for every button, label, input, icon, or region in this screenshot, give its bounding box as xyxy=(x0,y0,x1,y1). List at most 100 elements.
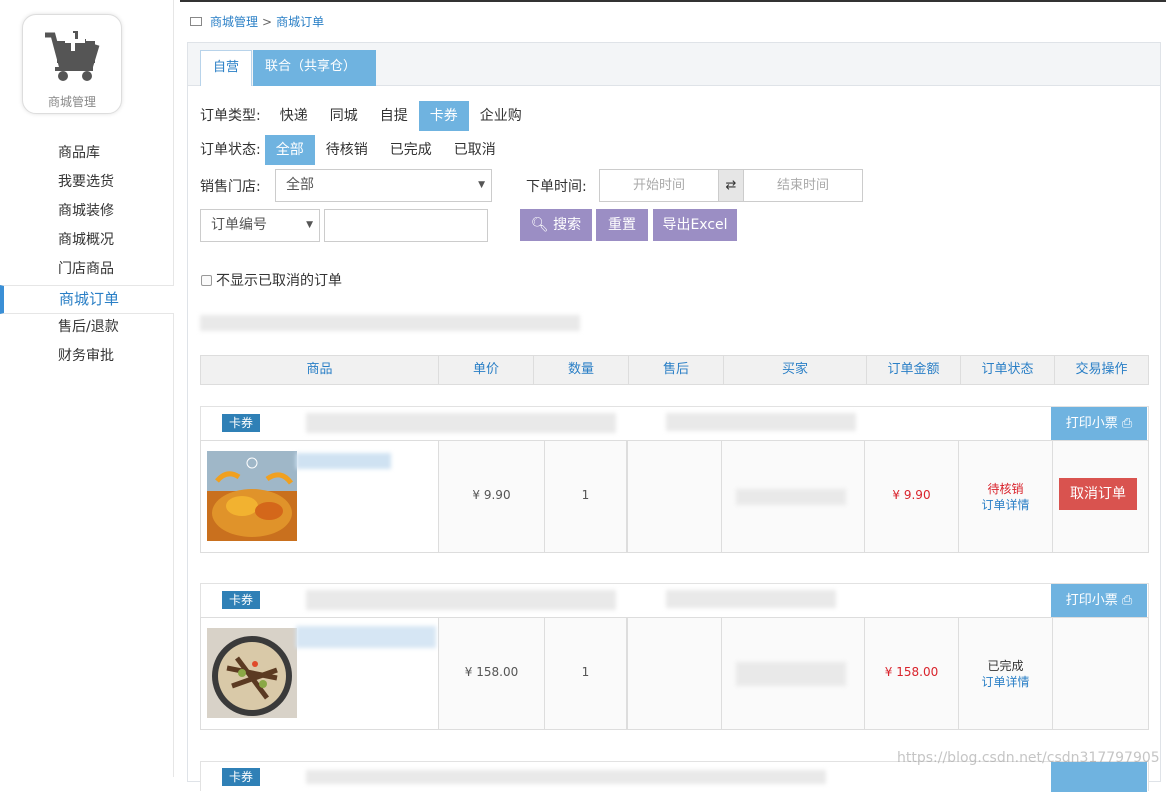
status-text: 待核销 xyxy=(987,482,1024,496)
search-input[interactable] xyxy=(324,209,488,242)
order-amount: ¥ 158.00 xyxy=(884,665,939,679)
swap-icon: ⇄ xyxy=(718,169,744,202)
print-receipt-button[interactable]: 打印小票 ⎙ xyxy=(1051,584,1147,618)
sidebar-item-refunds[interactable]: 售后/退款 xyxy=(0,314,174,343)
sidebar-nav: 商品库 我要选货 商城装修 商城概况 门店商品 商城订单 售后/退款 财务审批 xyxy=(0,140,174,372)
buyer-cell xyxy=(722,618,865,729)
header-after-sale: 售后 xyxy=(629,356,724,384)
search-icon: 🔍︎ xyxy=(530,217,549,233)
hide-cancelled-checkbox[interactable]: 不显示已取消的订单 xyxy=(201,270,342,290)
order-type-pickup[interactable]: 自提 xyxy=(369,101,419,131)
buyer-redacted xyxy=(736,662,846,686)
price-cell: ¥ 158.00 xyxy=(439,618,545,729)
sidebar-item-mall-orders[interactable]: 商城订单 xyxy=(0,285,174,314)
print-receipt-button[interactable] xyxy=(1051,762,1147,792)
search-field-value: 订单编号 xyxy=(211,217,267,233)
order-type-tag: 卡券 xyxy=(222,414,261,432)
orders-panel: 自营 联合（共享仓） 订单类型: 快递 同城 自提 卡券 企业购 订单状态: 全部 待核销 已完… xyxy=(187,42,1161,792)
logo-label: 商城管理 xyxy=(47,95,96,109)
tab-self-operated[interactable]: 自营 xyxy=(200,50,253,86)
sidebar-item-finance[interactable]: 财务审批 xyxy=(0,343,174,372)
product-name-redacted xyxy=(296,453,391,469)
order-no-redacted xyxy=(306,590,616,610)
product-thumbnail-crab[interactable] xyxy=(207,451,297,541)
header-price: 单价 xyxy=(439,356,534,384)
order-detail-link[interactable]: 订单详情 xyxy=(959,497,1052,513)
header-status: 订单状态 xyxy=(961,356,1055,384)
product-cell xyxy=(201,618,439,729)
time-label: 下单时间: xyxy=(526,179,587,195)
order-type-coupon[interactable]: 卡券 xyxy=(418,101,469,131)
order-no-redacted xyxy=(306,770,826,784)
order-status-all[interactable]: 全部 xyxy=(264,135,315,165)
header-actions: 交易操作 xyxy=(1075,362,1128,377)
sidebar-item-select-goods[interactable]: 我要选货 xyxy=(0,169,174,198)
order-type-enterprise[interactable]: 企业购 xyxy=(469,101,533,131)
monitor-icon xyxy=(190,17,202,26)
order-time-redacted xyxy=(666,413,856,431)
search-field-select[interactable]: 订单编号 ▼ xyxy=(200,209,320,242)
order-type-label: 订单类型: xyxy=(200,108,261,124)
start-time-input[interactable]: 开始时间 xyxy=(599,169,719,202)
mall-logo[interactable]: 商城管理 xyxy=(22,14,122,114)
order-status-completed[interactable]: 已完成 xyxy=(379,135,443,165)
breadcrumb-root[interactable]: 商城管理 xyxy=(210,15,258,29)
header-qty: 数量 xyxy=(534,356,629,384)
search-button[interactable]: 🔍︎ 搜索 xyxy=(520,209,592,241)
order-type-tag: 卡券 xyxy=(222,591,261,609)
order-detail-link[interactable]: 订单详情 xyxy=(959,674,1052,690)
store-select[interactable]: 全部 ▼ xyxy=(275,169,492,202)
buyer-redacted xyxy=(736,489,846,505)
print-receipt-button[interactable]: 打印小票 ⎙ xyxy=(1051,407,1147,441)
sidebar-item-store-products[interactable]: 门店商品 xyxy=(0,256,174,285)
breadcrumb-separator: > xyxy=(262,15,273,29)
sidebar-item-product-library[interactable]: 商品库 xyxy=(0,140,174,169)
breadcrumb: 商城管理 > 商城订单 xyxy=(190,13,324,30)
print-receipt-label: 打印小票 xyxy=(1065,416,1118,431)
printer-icon: ⎙ xyxy=(1121,593,1133,608)
order-no-redacted xyxy=(306,413,616,433)
breadcrumb-current[interactable]: 商城订单 xyxy=(276,15,324,29)
order-header: 卡券 打印小票 ⎙ xyxy=(200,406,1149,441)
price-cell: ¥ 9.90 xyxy=(439,441,545,552)
sidebar-item-overview[interactable]: 商城概况 xyxy=(0,227,174,256)
amount-cell: ¥ 158.00 xyxy=(865,618,959,729)
tab-joint-warehouse[interactable]: 联合（共享仓） xyxy=(253,50,377,86)
shopping-cart-icon xyxy=(45,31,100,81)
summary-redacted xyxy=(200,315,580,331)
order-type-row: 订单类型: 快递 同城 自提 卡券 企业购 xyxy=(200,101,533,131)
after-sale-cell xyxy=(627,618,722,729)
order-body: ¥ 158.00 1 ¥ 158.00 已完成 订单详情 xyxy=(200,617,1149,730)
action-cell: 取消订单 xyxy=(1053,441,1148,552)
status-text: 已完成 xyxy=(987,659,1024,673)
amount-cell: ¥ 9.90 xyxy=(865,441,959,552)
reset-button[interactable]: 重置 xyxy=(596,209,648,241)
order-type-tag: 卡券 xyxy=(222,768,261,786)
watermark: https://blog.csdn.net/csdn317797905 xyxy=(897,750,1160,766)
table-header: 商品 单价 数量 售后 买家 订单金额 订单状态 交易操作 xyxy=(200,355,1149,385)
checkbox-box[interactable] xyxy=(201,275,212,286)
order-type-express[interactable]: 快递 xyxy=(269,101,319,131)
sidebar: 商城管理 商品库 我要选货 商城装修 商城概况 门店商品 商城订单 售后/退款 … xyxy=(0,0,174,777)
after-sale-cell xyxy=(627,441,722,552)
order-type-local[interactable]: 同城 xyxy=(319,101,369,131)
order-status-cancelled[interactable]: 已取消 xyxy=(443,135,507,165)
end-time-input[interactable]: 结束时间 xyxy=(743,169,863,202)
cancel-order-button[interactable]: 取消订单 xyxy=(1059,478,1137,510)
top-divider xyxy=(180,0,1166,2)
print-receipt-label: 打印小票 xyxy=(1065,593,1118,608)
header-amount: 订单金额 xyxy=(867,356,961,384)
status-cell: 已完成 订单详情 xyxy=(959,618,1053,729)
qty-cell: 1 xyxy=(545,441,627,552)
export-excel-button[interactable]: 导出Excel xyxy=(653,209,737,241)
product-thumbnail-pizza[interactable] xyxy=(207,628,297,718)
buyer-cell xyxy=(722,441,865,552)
order-status-pending[interactable]: 待核销 xyxy=(315,135,379,165)
order-body: ¥ 9.90 1 ¥ 9.90 待核销 订单详情 取消订单 xyxy=(200,440,1149,553)
search-button-label: 搜索 xyxy=(553,217,582,233)
qty-cell: 1 xyxy=(545,618,627,729)
sidebar-item-decoration[interactable]: 商城装修 xyxy=(0,198,174,227)
unit-price: ¥ 158.00 xyxy=(464,665,519,679)
store-select-value: 全部 xyxy=(286,177,314,193)
chevron-down-icon: ▼ xyxy=(478,180,485,190)
